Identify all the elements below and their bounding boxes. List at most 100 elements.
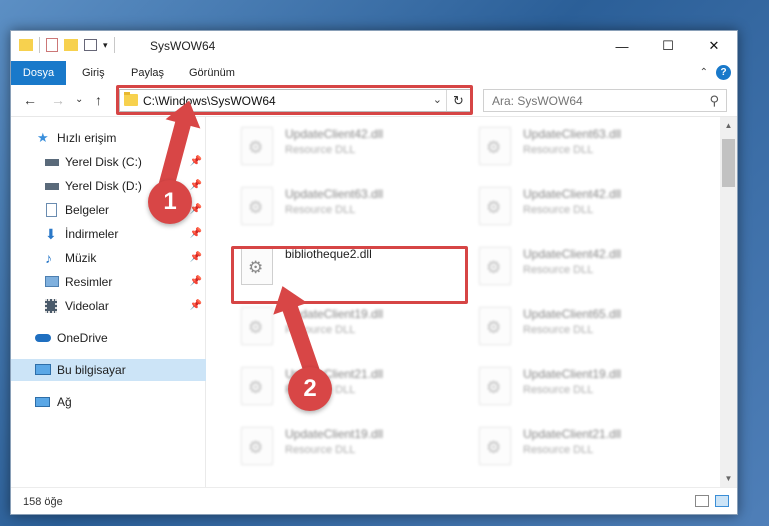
pin-icon[interactable]: 📌 (190, 151, 202, 173)
file-item[interactable]: ⚙ UpdateClient19.dll Resource DLL (237, 301, 457, 353)
dll-file-icon: ⚙ (241, 367, 273, 405)
sidebar-item-label: Videolar (65, 299, 109, 313)
title-bar: ▾ SysWOW64 — ☐ ✕ (11, 31, 737, 61)
dll-file-icon: ⚙ (479, 307, 511, 345)
file-name: UpdateClient42.dll (285, 127, 384, 141)
large-icons-view-icon[interactable] (715, 495, 729, 507)
music-icon: ♪ (45, 250, 52, 266)
forward-arrow-icon[interactable]: → (51, 92, 65, 108)
scroll-thumb[interactable] (722, 139, 735, 187)
customize-chevron-icon[interactable]: ▾ (103, 40, 108, 51)
file-item[interactable]: ⚙ UpdateClient19.dll Resource DLL (475, 361, 695, 413)
download-icon: ⬇ (45, 226, 57, 242)
sidebar-item-label: Yerel Disk (D:) (65, 179, 142, 193)
file-type: Resource DLL (285, 144, 356, 156)
file-name: UpdateClient19.dll (523, 367, 622, 381)
sidebar-item-network[interactable]: Ağ (11, 391, 206, 413)
separator (113, 37, 115, 53)
file-name: UpdateClient63.dll (523, 127, 622, 141)
sidebar-item-label: İndirmeler (65, 227, 119, 241)
file-item[interactable]: ⚙ UpdateClient63.dll Resource DLL (237, 181, 457, 233)
cloud-icon (35, 334, 51, 342)
scroll-up-icon[interactable]: ▲ (720, 117, 737, 134)
explorer-window: ▾ SysWOW64 — ☐ ✕ Dosya Giriş Paylaş Görü… (10, 30, 738, 515)
file-type: Resource DLL (523, 144, 594, 156)
pin-icon[interactable]: 📌 (190, 175, 202, 197)
sidebar-item-label: Yerel Disk (C:) (65, 155, 142, 169)
view-options-icon[interactable] (84, 39, 97, 51)
minimize-button[interactable]: — (599, 31, 645, 61)
file-item[interactable]: ⚙ UpdateClient63.dll Resource DLL (475, 121, 695, 173)
separator (39, 37, 40, 53)
tab-view[interactable]: Görünüm (189, 61, 235, 85)
scroll-down-icon[interactable]: ▼ (720, 470, 737, 487)
help-icon[interactable]: ? (716, 65, 731, 80)
dll-file-icon: ⚙ (479, 247, 511, 285)
dll-file-icon: ⚙ (241, 427, 273, 465)
sidebar-item-downloads[interactable]: ⬇ İndirmeler 📌 (11, 223, 206, 245)
file-item[interactable]: ⚙ UpdateClient65.dll Resource DLL (475, 301, 695, 353)
dll-file-icon: ⚙ (241, 187, 273, 225)
step-1-badge: 1 (148, 180, 192, 224)
file-type: Resource DLL (523, 204, 594, 216)
file-type: Resource DLL (285, 204, 356, 216)
file-item[interactable]: ⚙ UpdateClient42.dll Resource DLL (475, 241, 695, 293)
documents-icon (46, 203, 57, 217)
folder-icon (19, 39, 33, 51)
pin-icon[interactable]: 📌 (190, 295, 202, 317)
search-input[interactable] (484, 90, 684, 111)
sidebar-item-label: Hızlı erişim (57, 131, 117, 145)
status-bar: 158 öğe (11, 487, 737, 515)
recent-locations-icon[interactable]: ⌄ (75, 94, 83, 105)
maximize-button[interactable]: ☐ (645, 31, 691, 61)
sidebar-item-pictures[interactable]: Resimler 📌 (11, 271, 206, 293)
new-folder-icon[interactable] (64, 39, 78, 51)
up-arrow-icon[interactable]: ↑ (95, 92, 102, 108)
star-icon: ★ (37, 130, 49, 145)
step-2-badge: 2 (288, 367, 332, 411)
dll-file-icon: ⚙ (241, 307, 273, 345)
file-item[interactable]: ⚙ UpdateClient21.dll Resource DLL (237, 361, 457, 413)
file-item[interactable]: ⚙ UpdateClient42.dll Resource DLL (475, 181, 695, 233)
sidebar-item-this-pc[interactable]: Bu bilgisayar (11, 359, 206, 381)
file-item[interactable]: ⚙ UpdateClient42.dll Resource DLL (237, 121, 457, 173)
sidebar-item-label: Ağ (57, 395, 72, 409)
file-item[interactable]: ⚙ UpdateClient19.dll Resource DLL (237, 421, 457, 473)
item-count: 158 öğe (23, 496, 63, 508)
pin-icon[interactable]: 📌 (190, 271, 202, 293)
properties-icon[interactable] (46, 38, 58, 52)
sidebar-item-label: Resimler (65, 275, 113, 289)
back-arrow-icon[interactable]: ← (23, 92, 37, 108)
search-box[interactable]: ⚲ (483, 89, 727, 112)
close-button[interactable]: ✕ (691, 31, 737, 61)
tab-file[interactable]: Dosya (11, 61, 66, 85)
pin-icon[interactable]: 📌 (190, 223, 202, 245)
dll-file-icon: ⚙ (479, 127, 511, 165)
sidebar-item-label: Belgeler (65, 203, 110, 217)
sidebar-item-onedrive[interactable]: OneDrive (11, 327, 206, 349)
dll-file-icon: ⚙ (479, 427, 511, 465)
sidebar-item-label: Müzik (65, 251, 97, 265)
ribbon-right-controls: ⌃ ? (700, 65, 731, 80)
sidebar-item-label: Bu bilgisayar (57, 363, 126, 377)
ribbon-expand-icon[interactable]: ⌃ (700, 67, 708, 78)
window-controls: — ☐ ✕ (599, 31, 737, 61)
pin-icon[interactable]: 📌 (190, 247, 202, 269)
vertical-scrollbar[interactable]: ▲ ▼ (720, 117, 737, 487)
sidebar-item-music[interactable]: ♪ Müzik 📌 (11, 247, 206, 269)
details-view-icon[interactable] (695, 495, 709, 507)
network-icon (35, 397, 50, 407)
navigation-bar: ← → ⌄ ↑ C:\Windows\SysWOW64 ⌄ ↻ ⚲ (11, 85, 737, 117)
drive-icon (45, 159, 59, 166)
tab-home[interactable]: Giriş (82, 61, 105, 85)
file-item[interactable]: ⚙ UpdateClient21.dll Resource DLL (475, 421, 695, 473)
sidebar-item-videos[interactable]: Videolar 📌 (11, 295, 206, 317)
search-icon[interactable]: ⚲ (709, 93, 719, 109)
file-type: Resource DLL (523, 264, 594, 276)
tab-share[interactable]: Paylaş (131, 61, 164, 85)
file-type: Resource DLL (523, 384, 594, 396)
file-name: UpdateClient19.dll (285, 427, 384, 441)
file-name: UpdateClient65.dll (523, 307, 622, 321)
dll-file-icon: ⚙ (479, 367, 511, 405)
file-name: UpdateClient42.dll (523, 187, 622, 201)
